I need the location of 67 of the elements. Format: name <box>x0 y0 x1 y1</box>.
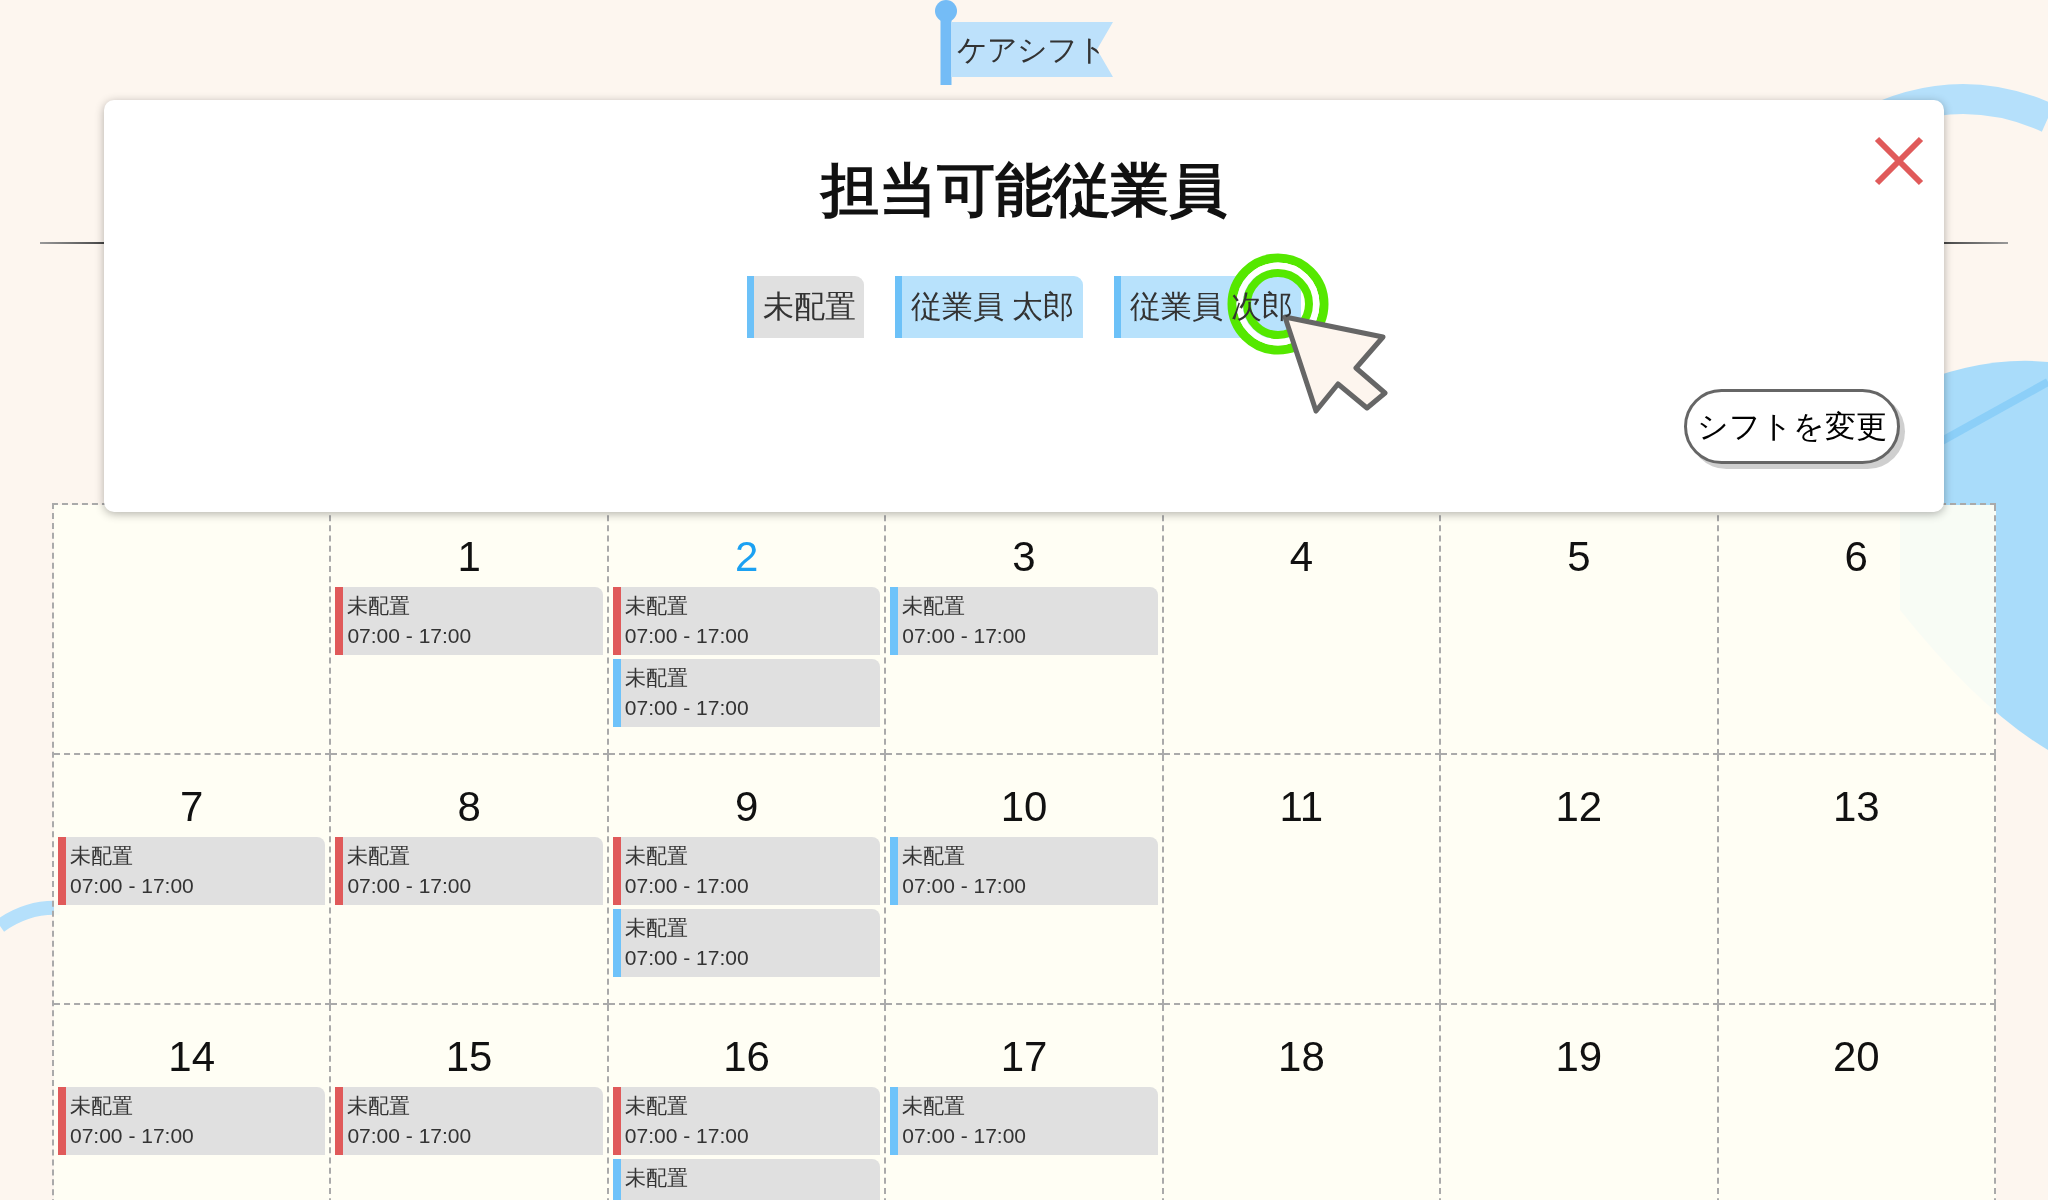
shift-card[interactable]: 未配置 07:00 - 17:00 <box>335 1087 603 1155</box>
shift-card[interactable]: 未配置 07:00 - 17:00 <box>335 587 603 655</box>
shift-label: 未配置 <box>902 1093 967 1119</box>
shift-card[interactable]: 未配置 07:00 - 17:00 <box>612 659 881 727</box>
day-number: 10 <box>1000 783 1048 831</box>
shift-label: 未配置 <box>70 1093 134 1119</box>
shift-time: 07:00 - 17:00 <box>902 1123 1027 1149</box>
shift-time: 07:00 - 17:00 <box>624 1123 749 1149</box>
shift-card[interactable]: 未配置 07:00 - 17:00 <box>612 1087 881 1155</box>
shift-label: 未配置 <box>902 843 967 869</box>
shift-card[interactable]: 未配置 07:00 - 17:00 <box>890 1087 1158 1155</box>
shift-label: 未配置 <box>624 593 689 619</box>
day-number: 6 <box>1844 533 1868 581</box>
day-number: 18 <box>1278 1033 1325 1081</box>
shift-label: 未配置 <box>624 843 689 869</box>
shift-time: 07:00 - 17:00 <box>347 1123 472 1149</box>
day-number: 8 <box>457 783 481 831</box>
day-number: 11 <box>1279 783 1324 831</box>
shift-time: 07:00 - 17:00 <box>624 695 749 721</box>
shift-card[interactable]: 未配置 07:00 - 17:00 <box>335 837 603 905</box>
shift-card[interactable]: 未配置 <box>612 1159 881 1200</box>
shift-card[interactable]: 未配置 07:00 - 17:00 <box>58 837 326 905</box>
day-number: 3 <box>1012 533 1036 581</box>
day-number: 2 <box>734 533 759 581</box>
shift-card[interactable]: 未配置 07:00 - 17:00 <box>612 837 881 905</box>
day-number: 19 <box>1555 1033 1603 1081</box>
day-number: 14 <box>168 1033 216 1081</box>
day-number: 17 <box>1000 1033 1048 1081</box>
employee-tag[interactable]: 未配置 <box>746 276 864 338</box>
dialog-title: 担当可能従業員 <box>821 156 1227 224</box>
click-ring-icon <box>1227 253 1329 355</box>
shift-card[interactable]: 未配置 07:00 - 17:00 <box>612 909 881 977</box>
shift-label: 未配置 <box>624 915 689 941</box>
shift-label: 未配置 <box>624 1093 689 1119</box>
day-number: 5 <box>1567 533 1591 581</box>
shift-label: 未配置 <box>347 1093 412 1119</box>
logo[interactable]: ケアシフト <box>951 22 1113 77</box>
shift-label: 未配置 <box>902 593 967 619</box>
shift-label: 未配置 <box>347 593 412 619</box>
day-number: 1 <box>457 533 481 581</box>
shift-time: 07:00 - 17:00 <box>902 873 1027 899</box>
shift-label: 未配置 <box>624 1165 688 1191</box>
day-number: 15 <box>445 1033 493 1081</box>
day-number: 16 <box>723 1033 770 1081</box>
shift-card[interactable]: 未配置 07:00 - 17:00 <box>612 587 881 655</box>
shift-label: 未配置 <box>347 843 412 869</box>
shift-time: 07:00 - 17:00 <box>70 873 194 899</box>
shift-label: 未配置 <box>624 665 689 691</box>
shift-time: 07:00 - 17:00 <box>70 1123 194 1149</box>
day-number: 12 <box>1555 783 1603 831</box>
shift-time: 07:00 - 17:00 <box>902 623 1027 649</box>
day-number: 20 <box>1832 1033 1880 1081</box>
shift-time: 07:00 - 17:00 <box>624 945 749 971</box>
day-number: 13 <box>1832 783 1880 831</box>
shift-time: 07:00 - 17:00 <box>347 623 472 649</box>
day-number: 4 <box>1289 533 1314 581</box>
employee-tag[interactable]: 従業員 太郎 <box>894 276 1083 338</box>
day-number: 7 <box>180 783 204 831</box>
shift-card[interactable]: 未配置 07:00 - 17:00 <box>890 587 1158 655</box>
shift-card[interactable]: 未配置 07:00 - 17:00 <box>58 1087 326 1155</box>
close-icon[interactable] <box>1874 136 1924 186</box>
shift-time: 07:00 - 17:00 <box>624 623 749 649</box>
shift-label: 未配置 <box>70 843 134 869</box>
shift-card[interactable]: 未配置 07:00 - 17:00 <box>890 837 1158 905</box>
day-number: 9 <box>734 783 759 831</box>
shift-time: 07:00 - 17:00 <box>347 873 472 899</box>
shift-time: 07:00 - 17:00 <box>624 873 749 899</box>
